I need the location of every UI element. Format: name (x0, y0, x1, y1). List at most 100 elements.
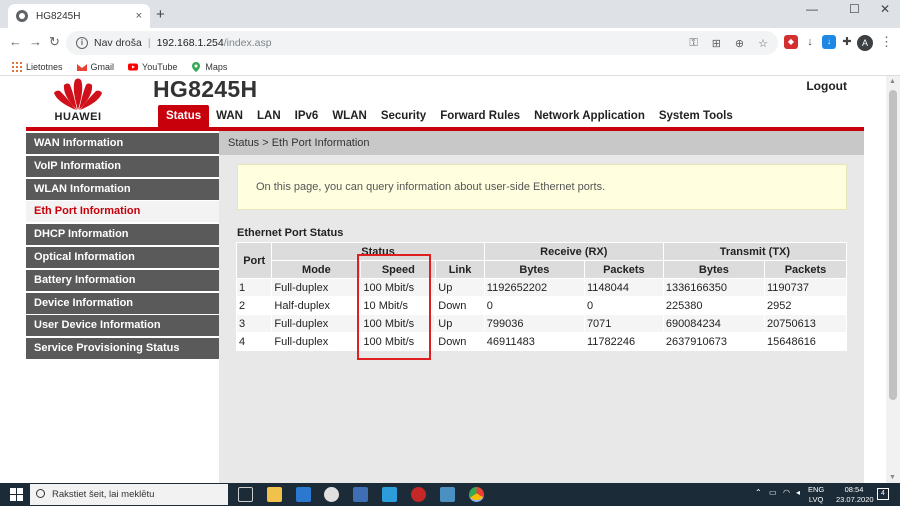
system-clock[interactable]: 08:54 23.07.2020 (836, 485, 874, 505)
table-row: 2 Half-duplex 10 Mbit/s Down 0 0 225380 … (237, 297, 846, 314)
new-tab-button[interactable]: + (156, 6, 165, 23)
wifi-icon[interactable]: ◠ (783, 488, 790, 497)
header-rx-packets: Packets (584, 261, 663, 278)
sidebar-item-voip-information[interactable]: VoIP Information (26, 155, 219, 177)
windows-start-icon[interactable] (10, 488, 23, 501)
tray-chevron-icon[interactable]: ⌃ (755, 488, 762, 497)
store-icon[interactable] (296, 487, 311, 502)
forward-button[interactable]: → (29, 34, 42, 49)
main-nav: Status WAN LAN IPv6 WLAN Security Forwar… (158, 105, 740, 127)
page-scrollbar[interactable]: ▲ ▼ (886, 76, 900, 483)
task-view-icon[interactable] (238, 487, 253, 502)
nav-status[interactable]: Status (158, 105, 210, 127)
close-window-button[interactable]: ✕ (880, 2, 890, 16)
header-tx-bytes: Bytes (663, 261, 764, 278)
back-button[interactable]: ← (9, 34, 22, 49)
input-language[interactable]: ENG LVQ (808, 485, 824, 505)
key-icon[interactable]: ⚿ (689, 37, 697, 50)
mail-icon[interactable] (353, 487, 368, 502)
sidebar-item-user-device-information[interactable]: User Device Information (26, 315, 219, 337)
cell-mode: Half-duplex (272, 297, 361, 314)
huawei-flower-icon (54, 78, 102, 110)
cell-tx-bytes: 1336166350 (663, 279, 764, 296)
nav-security[interactable]: Security (374, 105, 433, 127)
bookmark-apps[interactable]: Lietotnes (12, 61, 63, 72)
cell-tx-packets: 1190737 (764, 279, 846, 296)
sidebar-item-wan-information[interactable]: WAN Information (26, 133, 219, 154)
sidebar-item-device-information[interactable]: Device Information (26, 292, 219, 314)
maximize-button[interactable]: ☐ (849, 2, 860, 16)
notification-icon[interactable]: 4 (877, 488, 889, 500)
nav-forward-rules[interactable]: Forward Rules (433, 105, 527, 127)
youtube-icon (128, 63, 139, 70)
browser-tab[interactable]: HG8245H × (8, 4, 150, 28)
header-mode: Mode (272, 261, 361, 278)
header-rx-bytes: Bytes (484, 261, 584, 278)
download-icon[interactable]: ↓ (803, 35, 817, 49)
page-viewport: HUAWEI HG8245H Logout Status WAN LAN IPv… (0, 76, 886, 483)
scroll-up-icon[interactable]: ▲ (889, 78, 896, 85)
sidebar-item-eth-port-information[interactable]: Eth Port Information (26, 201, 219, 223)
nav-network-application[interactable]: Network Application (527, 105, 652, 127)
network-icon[interactable]: ▭ (769, 488, 777, 497)
nav-ipv6[interactable]: IPv6 (288, 105, 326, 127)
nav-wan[interactable]: WAN (209, 105, 250, 127)
table-row: 4 Full-duplex 100 Mbit/s Down 46911483 1… (237, 333, 846, 350)
app-icon[interactable] (324, 487, 339, 502)
file-explorer-icon[interactable] (267, 487, 282, 502)
cell-port: 1 (237, 279, 272, 296)
minimize-button[interactable]: — (806, 2, 818, 16)
volume-icon[interactable]: ◂ (796, 488, 800, 497)
logout-link[interactable]: Logout (806, 79, 847, 93)
router-header: HUAWEI HG8245H Logout Status WAN LAN IPv… (26, 76, 864, 131)
header-port: Port (237, 243, 272, 278)
scrollbar-thumb[interactable] (889, 90, 897, 400)
adblock-icon[interactable]: ◆ (784, 35, 798, 49)
security-status: Nav droša (94, 37, 142, 49)
cell-rx-bytes: 1192652202 (484, 279, 584, 296)
scroll-down-icon[interactable]: ▼ (889, 474, 896, 481)
bookmark-gmail[interactable]: Gmail (76, 61, 115, 72)
nav-wlan[interactable]: WLAN (325, 105, 374, 127)
cell-rx-packets: 7071 (584, 315, 663, 332)
menu-icon[interactable]: ⋮ (880, 34, 893, 50)
info-icon[interactable]: i (76, 37, 88, 49)
sidebar-item-optical-information[interactable]: Optical Information (26, 246, 219, 268)
bookmark-maps[interactable]: Maps (191, 61, 227, 72)
star-icon[interactable]: ☆ (758, 37, 768, 50)
bookmark-label: Gmail (90, 61, 115, 72)
nav-system-tools[interactable]: System Tools (652, 105, 740, 127)
sidebar-item-wlan-information[interactable]: WLAN Information (26, 178, 219, 200)
sidebar-item-battery-information[interactable]: Battery Information (26, 269, 219, 291)
red-app-icon[interactable] (411, 487, 426, 502)
extension-blue-icon[interactable]: ↓ (822, 35, 836, 49)
chrome-icon[interactable] (469, 487, 484, 502)
clock-time: 08:54 (844, 485, 864, 494)
browser-toolbar: ← → ↻ i Nav droša | 192.168.1.254 /index… (0, 28, 900, 58)
network-app-icon[interactable] (440, 487, 455, 502)
nav-lan[interactable]: LAN (250, 105, 288, 127)
sidebar-item-service-provisioning-status[interactable]: Service Provisioning Status (26, 338, 219, 360)
windows-taskbar: Rakstiet šeit, lai meklētu ⌃ ▭ ◠ ◂ ENG L… (0, 483, 900, 506)
taskbar-search[interactable]: Rakstiet šeit, lai meklētu (30, 484, 228, 505)
sidebar-item-dhcp-information[interactable]: DHCP Information (26, 224, 219, 246)
lang-primary: ENG (808, 485, 825, 494)
reload-button[interactable]: ↻ (49, 34, 60, 50)
puzzle-icon[interactable]: ✚ (840, 35, 854, 49)
address-divider: | (147, 37, 151, 49)
tab-close-icon[interactable]: × (136, 10, 142, 22)
cell-mode: Full-duplex (272, 279, 361, 296)
globe-icon (16, 10, 28, 22)
cell-port: 2 (237, 297, 272, 314)
avatar[interactable]: A (857, 35, 873, 51)
zoom-icon[interactable]: ⊕ (735, 37, 744, 50)
speed-column-highlight (357, 254, 431, 360)
translate-icon[interactable]: ⊞ (712, 37, 721, 50)
address-bar[interactable]: i Nav droša | 192.168.1.254 /index.asp ⚿… (66, 31, 778, 55)
shield-app-icon[interactable] (382, 487, 397, 502)
cell-rx-packets: 11782246 (584, 333, 663, 350)
lang-secondary: LVQ (808, 495, 824, 504)
bookmark-label: Lietotnes (26, 61, 63, 72)
bookmark-youtube[interactable]: YouTube (128, 62, 177, 72)
breadcrumb: Status > Eth Port Information (219, 131, 864, 155)
